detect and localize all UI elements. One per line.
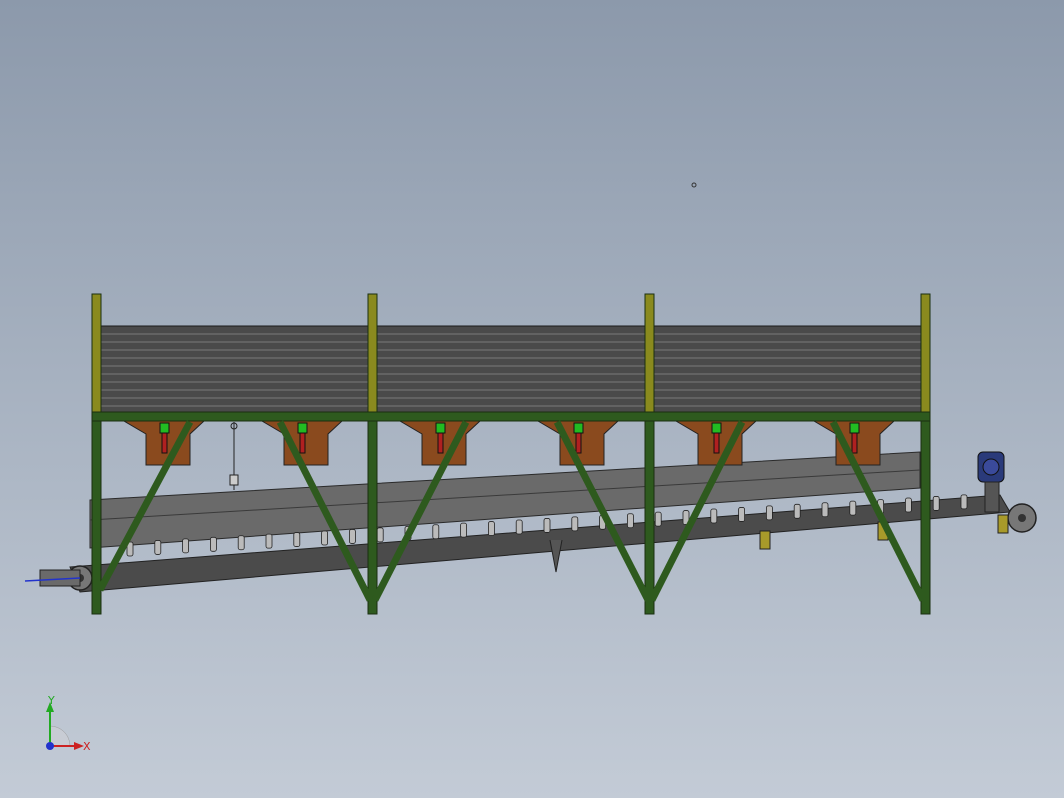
hopper — [398, 420, 482, 466]
post-cap — [644, 293, 655, 413]
bin-2 — [373, 325, 651, 413]
belt-clamp — [759, 530, 771, 550]
triad-quadrant — [49, 725, 71, 747]
top-beam — [91, 411, 931, 422]
post — [367, 420, 378, 615]
cad-viewport[interactable] — [0, 0, 1064, 798]
post-cap — [91, 293, 102, 413]
post — [920, 420, 931, 615]
bin-3 — [651, 325, 927, 413]
x-axis-label: X — [83, 740, 91, 753]
y-axis-label: Y — [47, 694, 55, 707]
hopper — [122, 420, 206, 466]
post-cap — [367, 293, 378, 413]
post — [644, 420, 655, 615]
stray-point — [691, 182, 697, 188]
z-axis-dot — [46, 742, 54, 750]
hoppers[interactable] — [122, 420, 896, 466]
hopper — [674, 420, 758, 466]
hanging-sensor — [229, 422, 239, 490]
bin-1 — [95, 325, 373, 413]
storage-bins[interactable] — [95, 325, 927, 413]
coordinate-triad: Y X — [46, 694, 91, 753]
belt-clamp — [997, 514, 1009, 534]
post-cap — [920, 293, 931, 413]
